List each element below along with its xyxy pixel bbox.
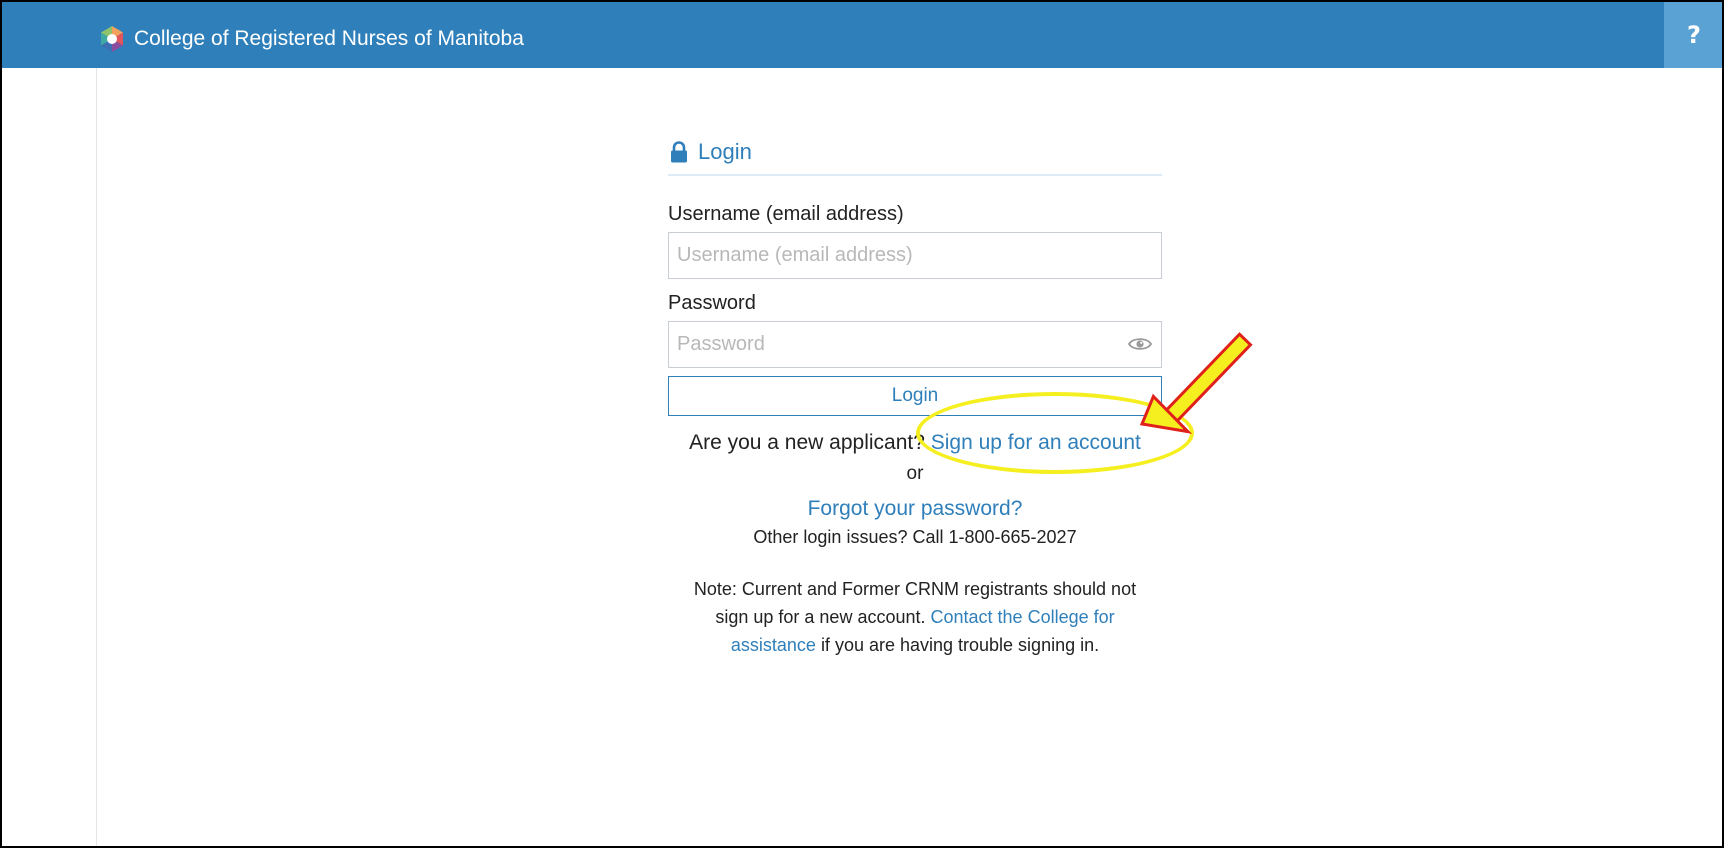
username-input[interactable]: [668, 232, 1162, 279]
login-title: Login: [698, 139, 752, 164]
crnm-logo-icon[interactable]: [98, 25, 126, 53]
top-header-bar: College of Registered Nurses of Manitoba…: [2, 2, 1722, 68]
username-label: Username (email address): [668, 203, 904, 225]
password-label: Password: [668, 292, 756, 314]
password-input[interactable]: [668, 321, 1162, 368]
new-applicant-row: Are you a new applicant? Sign up for an …: [668, 428, 1162, 458]
page-frame: College of Registered Nurses of Manitoba…: [0, 0, 1724, 848]
password-field: [668, 321, 1162, 368]
sign-up-link[interactable]: Sign up for an account: [931, 431, 1141, 454]
login-button[interactable]: Login: [668, 376, 1162, 416]
organization-name[interactable]: College of Registered Nurses of Manitoba: [134, 26, 524, 52]
new-applicant-prompt: Are you a new applicant?: [689, 431, 925, 454]
login-heading: Login: [668, 130, 1162, 176]
lock-icon: [671, 141, 687, 163]
left-divider: [96, 68, 97, 846]
forgot-password-link[interactable]: Forgot your password?: [808, 497, 1023, 520]
registrant-note: Note: Current and Former CRNM registrant…: [675, 575, 1155, 659]
forgot-password-row: Forgot your password?: [668, 496, 1162, 522]
login-panel: Login Username (email address) Password …: [668, 130, 1162, 659]
eye-icon[interactable]: [1128, 335, 1152, 353]
help-button[interactable]: ?: [1664, 2, 1722, 68]
note-suffix: if you are having trouble signing in.: [820, 635, 1100, 655]
other-login-issues: Other login issues? Call 1-800-665-2027: [753, 527, 1077, 547]
or-separator: or: [906, 463, 924, 484]
